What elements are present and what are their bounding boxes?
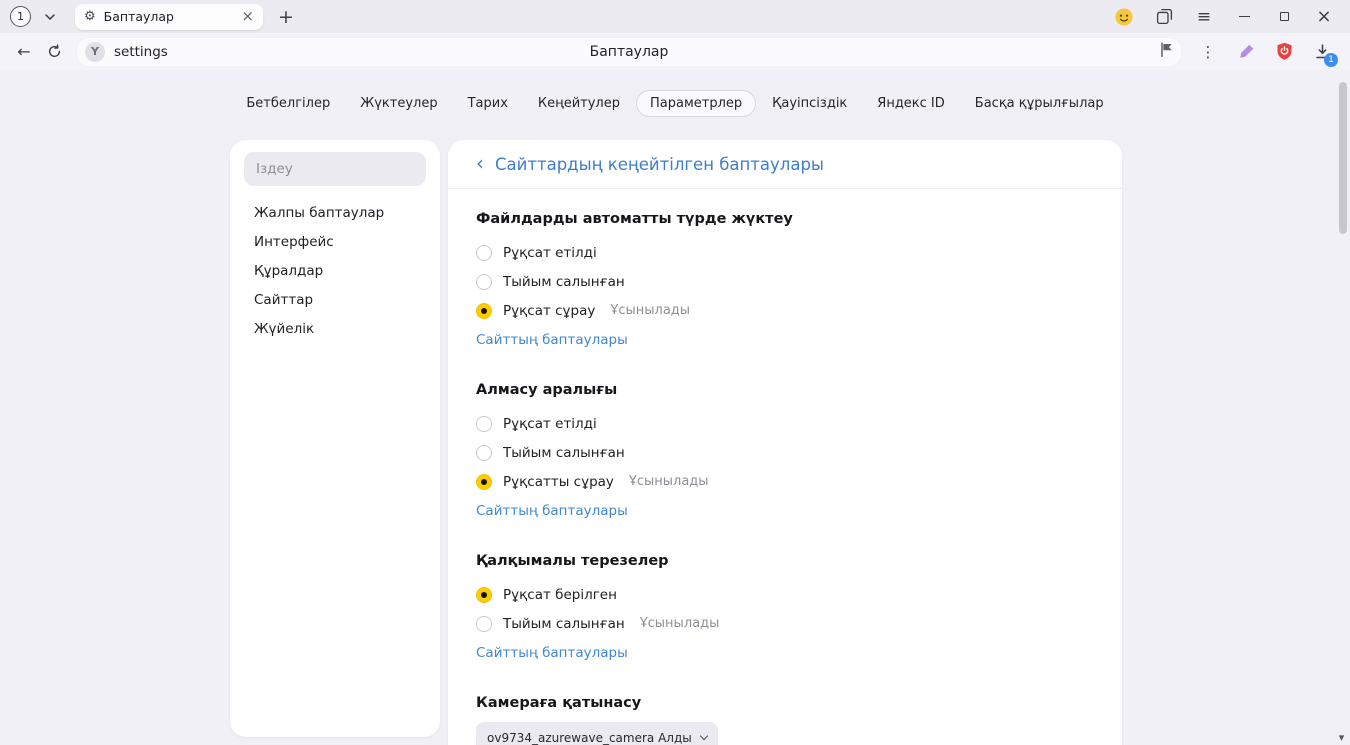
settings-nav-tab-8[interactable]: Басқа құрылғылар <box>961 90 1118 117</box>
settings-nav-tab-2[interactable]: Жүктеулер <box>346 90 451 117</box>
panel-header: ‹ Сайттардың кеңейтілген баптаулары <box>448 140 1122 189</box>
restore-window-icon[interactable] <box>1272 5 1296 29</box>
radio-icon[interactable] <box>476 616 492 632</box>
radio-icon[interactable] <box>476 274 492 290</box>
section-heading: Қалқымалы терезелер <box>476 553 1094 572</box>
radio-option[interactable]: Рұқсат сұрау Ұсынылады <box>476 296 1094 325</box>
settings-sidebar: Жалпы баптауларИнтерфейсҚұралдарСайттарЖ… <box>230 140 440 737</box>
toolbar-right: ⋮ 1 <box>1190 39 1340 65</box>
panel-title: Сайттардың кеңейтілген баптаулары <box>495 155 824 174</box>
window-close-icon[interactable]: × <box>1312 5 1336 29</box>
site-settings-link[interactable]: Сайттың баптаулары <box>476 503 628 519</box>
window-controls: ≡ × <box>1112 5 1340 29</box>
radio-label: Рұқсат сұрау <box>503 303 595 319</box>
radio-label: Тыйым салынған <box>503 274 625 290</box>
settings-nav-tab-4[interactable]: Кеңейтулер <box>524 90 634 117</box>
radio-icon[interactable] <box>476 416 492 432</box>
site-settings-link[interactable]: Сайттың баптаулары <box>476 332 628 348</box>
radio-label: Тыйым салынған <box>503 445 625 461</box>
bookmark-flag-icon[interactable] <box>1160 42 1173 61</box>
kebab-menu-icon[interactable]: ⋮ <box>1194 39 1222 65</box>
sidebar-item-2[interactable]: Интерфейс <box>244 227 426 256</box>
tabs-chevron-down-icon[interactable] <box>38 5 62 29</box>
omnibox[interactable]: Y settings Баптаулар <box>76 37 1182 67</box>
search-input[interactable] <box>244 152 426 186</box>
download-icon[interactable]: 1 <box>1308 39 1336 65</box>
radio-option[interactable]: Рұқсатты сұрау Ұсынылады <box>476 467 1094 496</box>
pencil-icon[interactable] <box>1232 39 1260 65</box>
recommended-note: Ұсынылады <box>610 303 690 318</box>
settings-nav-tab-6[interactable]: Қауіпсіздік <box>758 90 861 117</box>
radio-label: Рұқсатты сұрау <box>503 474 614 490</box>
page-title: Баптаулар <box>76 44 1182 60</box>
sections: Файлдарды автоматты түрде жүктеу Рұқсат е… <box>448 189 1122 745</box>
reload-icon[interactable] <box>40 39 68 65</box>
tab-title: Баптаулар <box>104 9 234 24</box>
settings-nav: БетбелгілерЖүктеулерТарихКеңейтулерПарам… <box>0 90 1350 117</box>
section-heading: Файлдарды автоматты түрде жүктеу <box>476 211 1094 230</box>
radio-option[interactable]: Тыйым салынған <box>476 267 1094 296</box>
radio-option[interactable]: Тыйым салынған <box>476 438 1094 467</box>
browser-logo-icon: Y <box>85 42 105 62</box>
settings-section: Алмасу аралығы Рұқсат етілді Тыйым салынға… <box>476 382 1094 519</box>
back-chevron-icon[interactable]: ‹ <box>476 153 484 173</box>
side-panels-icon[interactable] <box>1152 5 1176 29</box>
tab-counter-badge[interactable]: 1 <box>10 6 31 27</box>
new-tab-button[interactable]: + <box>274 5 298 29</box>
browser-window: 1 ⚙ Баптаулар × + ≡ × ← Y <box>0 0 1350 745</box>
sidebar-menu: Жалпы баптауларИнтерфейсҚұралдарСайттарЖ… <box>244 198 426 343</box>
back-icon[interactable]: ← <box>10 39 38 65</box>
radio-option[interactable]: Рұқсат етілді <box>476 409 1094 438</box>
settings-nav-tab-5[interactable]: Параметрлер <box>636 90 756 117</box>
settings-panel: ‹ Сайттардың кеңейтілген баптаулары Файл… <box>448 140 1122 745</box>
radio-option[interactable]: Тыйым салынған Ұсынылады <box>476 609 1094 638</box>
camera-select[interactable]: ov9734_azurewave_camera Алдыңғы... <box>476 722 718 745</box>
hamburger-menu-icon[interactable]: ≡ <box>1192 5 1216 29</box>
section-heading: Алмасу аралығы <box>476 382 1094 401</box>
radio-icon[interactable] <box>476 245 492 261</box>
radio-selected-icon[interactable] <box>476 474 492 490</box>
sidebar-item-1[interactable]: Жалпы баптаулар <box>244 198 426 227</box>
radio-icon[interactable] <box>476 445 492 461</box>
radio-label: Рұқсат етілді <box>503 416 597 432</box>
radio-selected-icon[interactable] <box>476 303 492 319</box>
settings-section: Файлдарды автоматты түрде жүктеу Рұқсат е… <box>476 211 1094 348</box>
gear-icon: ⚙ <box>84 10 96 23</box>
sidebar-item-4[interactable]: Сайттар <box>244 285 426 314</box>
sidebar-item-3[interactable]: Құралдар <box>244 256 426 285</box>
url-text: settings <box>114 44 168 60</box>
settings-section: Камераға қатынасу ov9734_azurewave_camera… <box>476 695 1094 745</box>
recommended-note: Ұсынылады <box>640 616 720 631</box>
tab-close-icon[interactable]: × <box>241 9 254 24</box>
radio-option[interactable]: Рұқсат етілді <box>476 238 1094 267</box>
radio-label: Тыйым салынған <box>503 616 625 632</box>
browser-tab-active[interactable]: ⚙ Баптаулар × <box>75 4 263 30</box>
tab-strip: 1 ⚙ Баптаулар × + ≡ × <box>0 0 1350 33</box>
radio-selected-icon[interactable] <box>476 587 492 603</box>
scrollbar-thumb[interactable] <box>1339 82 1347 234</box>
settings-section: Қалқымалы терезелер Рұқсат берілген Тыйым … <box>476 553 1094 661</box>
site-settings-link[interactable]: Сайттың баптаулары <box>476 645 628 661</box>
radio-label: Рұқсат берілген <box>503 587 617 603</box>
sidebar-item-5[interactable]: Жүйелік <box>244 314 426 343</box>
recommended-note: Ұсынылады <box>629 474 709 489</box>
download-count-badge: 1 <box>1324 53 1338 67</box>
minimize-icon[interactable] <box>1232 5 1256 29</box>
radio-label: Рұқсат етілді <box>503 245 597 261</box>
section-heading: Камераға қатынасу <box>476 695 1094 714</box>
settings-nav-tab-3[interactable]: Тарих <box>454 90 522 117</box>
settings-nav-tab-1[interactable]: Бетбелгілер <box>232 90 344 117</box>
shield-icon[interactable] <box>1270 39 1298 65</box>
scroll-down-icon[interactable]: ▾ <box>1335 731 1348 744</box>
address-bar: ← Y settings Баптаулар ⋮ 1 <box>0 33 1350 70</box>
chevron-down-icon <box>700 732 708 740</box>
camera-select-value: ov9734_azurewave_camera Алдыңғы... <box>487 731 692 745</box>
radio-option[interactable]: Рұқсат берілген <box>476 580 1094 609</box>
settings-nav-tab-7[interactable]: Яндекс ID <box>863 90 959 117</box>
mood-smiley-icon[interactable] <box>1112 5 1136 29</box>
